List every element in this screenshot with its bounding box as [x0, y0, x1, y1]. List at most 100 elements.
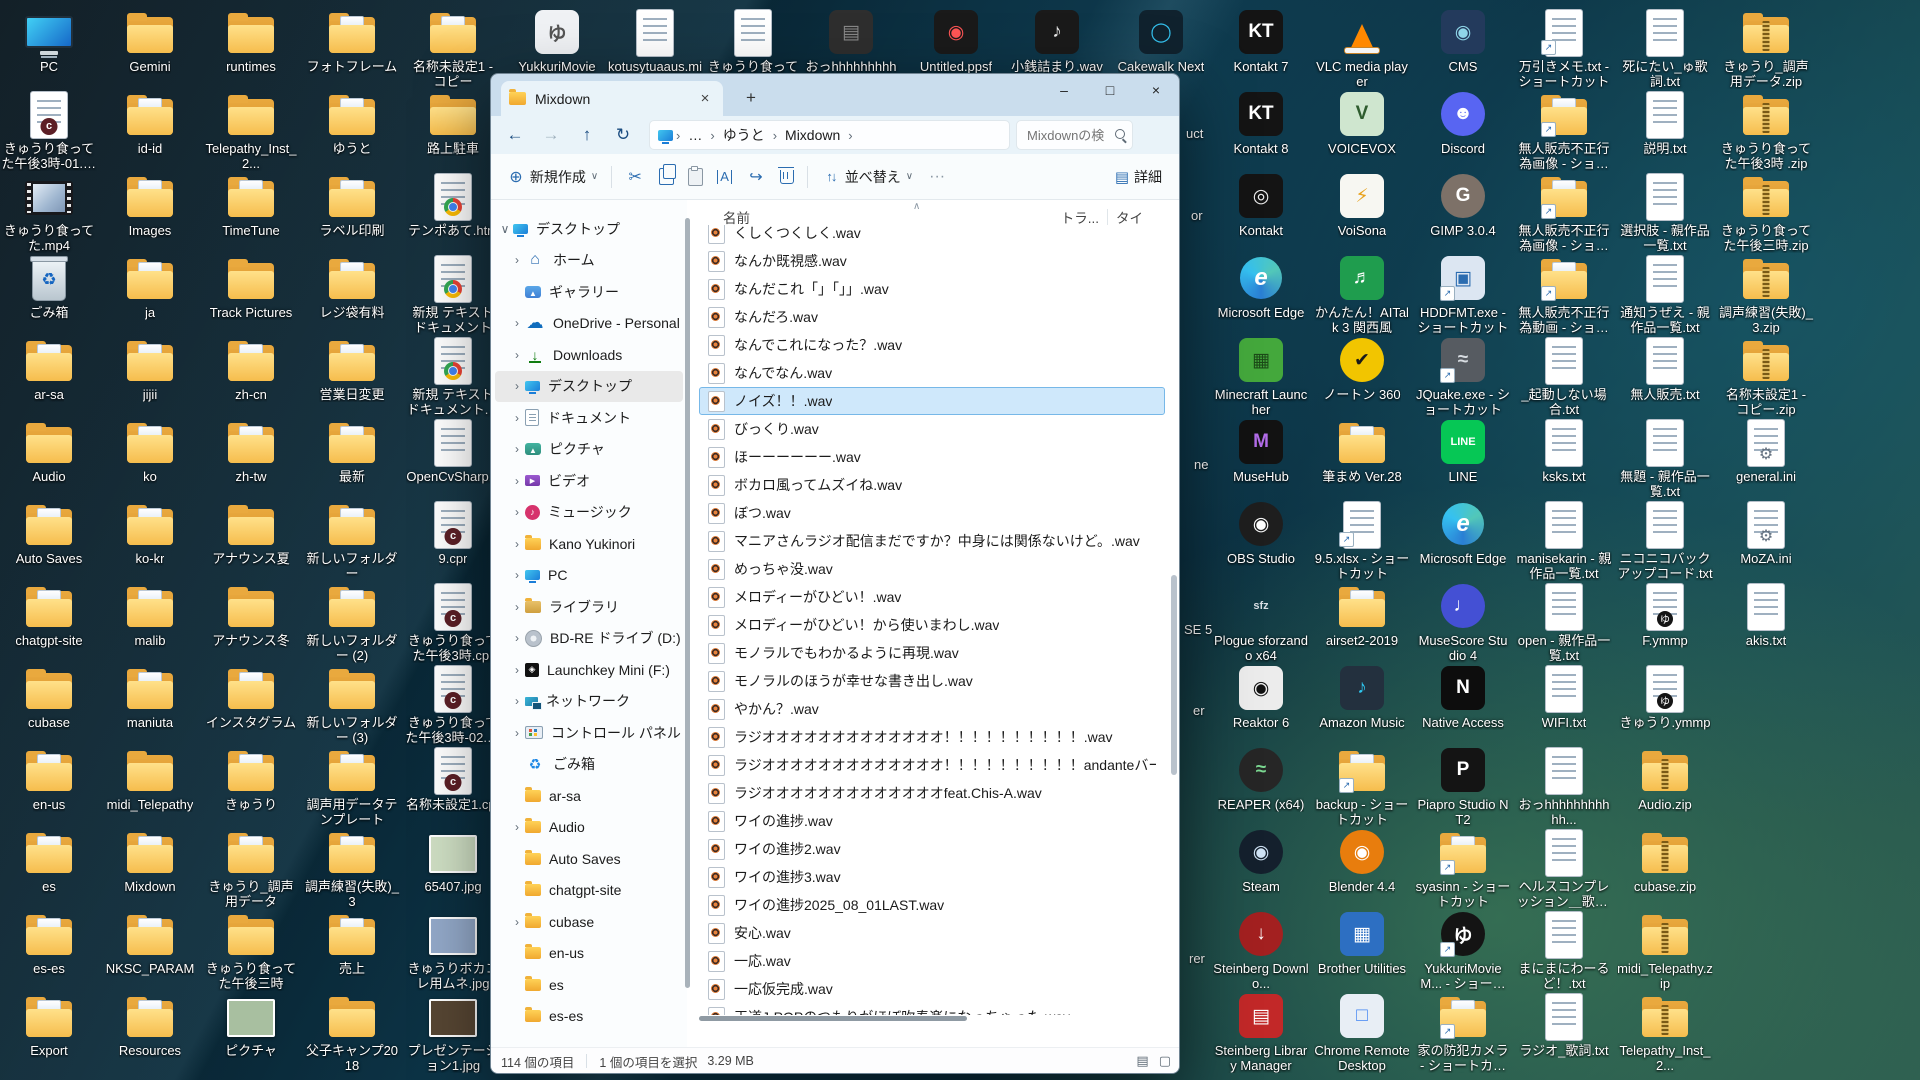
desktop-icon[interactable]: sfzPlogue sforzando x64: [1213, 582, 1309, 663]
new-button[interactable]: ⊕ 新規作成∨: [499, 160, 605, 194]
desktop-icon[interactable]: きゅうりボカコレ用ムネ.jpg: [405, 910, 501, 991]
desktop-icon[interactable]: 新しいフォルダー (3): [304, 664, 400, 745]
desktop-icon[interactable]: ▤Steinberg Library Manager: [1213, 992, 1309, 1073]
desktop-icon[interactable]: ↗無人販売不正行為画像 - ショートカッ...: [1516, 90, 1612, 171]
desktop-icon[interactable]: ゆきゅうり.ymmp: [1617, 664, 1713, 730]
details-view-button[interactable]: ▤詳細: [1108, 160, 1169, 194]
chevron-right-icon[interactable]: ›: [509, 316, 525, 330]
desktop-icon[interactable]: 筆まめ Ver.28: [1314, 418, 1410, 484]
file-row[interactable]: 王道J-POPのつもりがほぼ吹奏楽になっちゃった.wav: [699, 1003, 1165, 1015]
desktop-icon[interactable]: midi_Telepathy: [102, 746, 198, 812]
chevron-down-icon[interactable]: ∨: [497, 222, 513, 236]
desktop-icon[interactable]: ◎Kontakt: [1213, 172, 1309, 238]
desktop-icon[interactable]: id-id: [102, 90, 198, 156]
desktop-icon[interactable]: ◉Reaktor 6: [1213, 664, 1309, 730]
desktop-icon[interactable]: ja: [102, 254, 198, 320]
desktop-icon[interactable]: PPiapro Studio NT2: [1415, 746, 1511, 827]
file-row[interactable]: 一応.wav: [699, 947, 1165, 975]
desktop-icon[interactable]: c名称未設定1.cpr: [405, 746, 501, 812]
desktop-icon[interactable]: 営業日変更: [304, 336, 400, 402]
sidebar-item[interactable]: ›Downloads: [495, 339, 683, 371]
sidebar-item[interactable]: ›ネットワーク: [495, 686, 683, 718]
sidebar-item[interactable]: ›PC: [495, 560, 683, 592]
back-button[interactable]: ←: [497, 120, 533, 150]
desktop-icon[interactable]: ↗backup - ショートカット: [1314, 746, 1410, 827]
desktop-icon[interactable]: ゆうと: [304, 90, 400, 156]
desktop-icon[interactable]: maniuta: [102, 664, 198, 730]
up-button[interactable]: ↑: [569, 120, 605, 150]
desktop-icon[interactable]: ◉Untitled.ppsf: [908, 8, 1004, 74]
desktop-icon[interactable]: akis.txt: [1718, 582, 1814, 648]
desktop-icon[interactable]: 新しいフォルダー (2): [304, 582, 400, 663]
chevron-right-icon[interactable]: ›: [509, 505, 525, 519]
desktop-icon[interactable]: きゅうり食ってた.mp4: [1, 172, 97, 253]
desktop-icon[interactable]: テンポあて.htm: [405, 172, 501, 238]
desktop-icon[interactable]: プレゼンテーション1.jpg: [405, 992, 501, 1073]
desktop-icon[interactable]: VVOICEVOX: [1314, 90, 1410, 156]
desktop-icon[interactable]: 調声練習(失敗)_3: [304, 828, 400, 909]
desktop-icon[interactable]: runtimes: [203, 8, 299, 74]
desktop-icon[interactable]: ✔ノートン 360: [1314, 336, 1410, 402]
desktop-icon[interactable]: 無題 - 親作品一覧.txt: [1617, 418, 1713, 499]
desktop-icon[interactable]: ◉CMS: [1415, 8, 1511, 74]
desktop-icon[interactable]: 売上: [304, 910, 400, 976]
new-tab-button[interactable]: +: [739, 86, 763, 110]
desktop-icon[interactable]: ゆ↗YukkuriMovieM... - ショートカット: [1415, 910, 1511, 991]
refresh-button[interactable]: ↻: [605, 120, 641, 150]
desktop-icon[interactable]: ⚙MoZA.ini: [1718, 500, 1814, 566]
desktop-icon[interactable]: GGIMP 3.0.4: [1415, 172, 1511, 238]
file-row[interactable]: なんでこれになった？.wav: [699, 331, 1165, 359]
chevron-right-icon[interactable]: ›: [509, 348, 525, 362]
explorer-tab-mixdown[interactable]: Mixdown ×: [501, 81, 723, 116]
desktop-icon[interactable]: eMicrosoft Edge: [1415, 500, 1511, 566]
desktop-icon[interactable]: アナウンス夏: [203, 500, 299, 566]
desktop-icon[interactable]: Mixdown: [102, 828, 198, 894]
desktop-icon[interactable]: ◉Blender 4.4: [1314, 828, 1410, 894]
desktop-icon[interactable]: 調声練習(失敗)_3.zip: [1718, 254, 1814, 335]
sidebar-item[interactable]: en-us: [495, 938, 683, 970]
desktop-icon[interactable]: c9.cpr: [405, 500, 501, 566]
chevron-right-icon[interactable]: ›: [509, 694, 525, 708]
desktop-icon[interactable]: アナウンス冬: [203, 582, 299, 648]
search-box[interactable]: [1016, 120, 1133, 150]
desktop-icon[interactable]: Audio: [1, 418, 97, 484]
chevron-right-icon[interactable]: ›: [509, 253, 525, 267]
file-row[interactable]: なんだこれ「」「」」.wav: [699, 275, 1165, 303]
sidebar-item[interactable]: ›デスクトップ: [495, 371, 683, 403]
file-row[interactable]: ワイの進捗2025_08_01LAST.wav: [699, 891, 1165, 919]
file-row[interactable]: なんだろ.wav: [699, 303, 1165, 331]
desktop-icon[interactable]: ピクチャ: [203, 992, 299, 1058]
vertical-scrollbar[interactable]: [1171, 230, 1177, 1011]
desktop-icon[interactable]: Resources: [102, 992, 198, 1058]
delete-button[interactable]: [773, 160, 801, 194]
desktop-icon[interactable]: ニコニコバックアップコード.txt: [1617, 500, 1713, 581]
sidebar-item[interactable]: ›ライブラリ: [495, 591, 683, 623]
column-track[interactable]: トラ...: [1061, 207, 1099, 227]
desktop-icon[interactable]: _起動しない場合.txt: [1516, 336, 1612, 417]
desktop-icon[interactable]: chatgpt-site: [1, 582, 97, 648]
chevron-right-icon[interactable]: ›: [509, 568, 525, 582]
maximize-button[interactable]: □: [1087, 74, 1133, 106]
desktop-icon[interactable]: きゅうり食ってた午後三時.zip: [1718, 172, 1814, 253]
desktop-icon[interactable]: フォトフレーム: [304, 8, 400, 74]
breadcrumb-ellipsis[interactable]: …: [683, 125, 707, 145]
desktop-icon[interactable]: レジ袋有料: [304, 254, 400, 320]
desktop-icon[interactable]: ko: [102, 418, 198, 484]
search-input[interactable]: [1025, 127, 1115, 144]
desktop-icon[interactable]: 無人販売.txt: [1617, 336, 1713, 402]
desktop-icon[interactable]: ▦Brother Utilities: [1314, 910, 1410, 976]
desktop-icon[interactable]: おっhhhhhhhhhhh...: [1516, 746, 1612, 827]
desktop-icon[interactable]: es: [1, 828, 97, 894]
desktop-icon[interactable]: cubase: [1, 664, 97, 730]
desktop-icon[interactable]: KTKontakt 8: [1213, 90, 1309, 156]
file-row[interactable]: ワイの進捗3.wav: [699, 863, 1165, 891]
desktop-icon[interactable]: cきゅうり食ってた午後3時-01.cpr: [1, 90, 97, 171]
desktop-icon[interactable]: ▦Minecraft Launcher: [1213, 336, 1309, 417]
sidebar-item[interactable]: ギャラリー: [495, 276, 683, 308]
desktop-icon[interactable]: WIFI.txt: [1516, 664, 1612, 730]
sidebar-item[interactable]: ごみ箱: [495, 749, 683, 781]
desktop-icon[interactable]: NNative Access: [1415, 664, 1511, 730]
file-row[interactable]: 一応仮完成.wav: [699, 975, 1165, 1003]
desktop-icon[interactable]: ≈↗JQuake.exe - ショートカット: [1415, 336, 1511, 417]
file-row[interactable]: ラジオオオオオオオオオオオオオ！！！！！！！！！！andanteバージョン.wa…: [699, 751, 1165, 779]
